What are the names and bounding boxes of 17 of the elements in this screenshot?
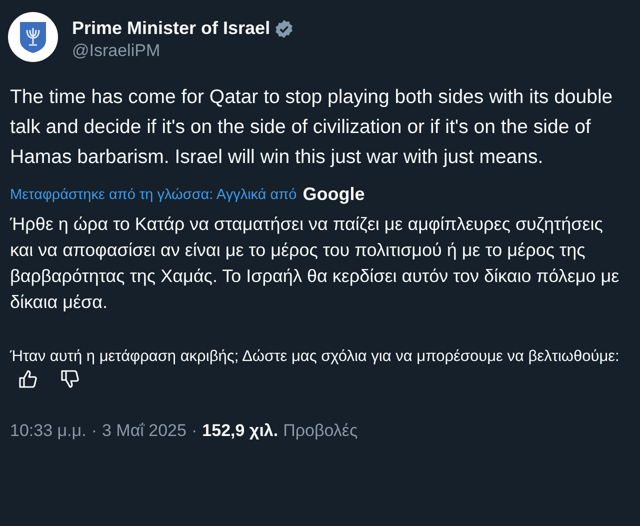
tweet-text: The time has come for Qatar to stop playing both sides with its double talk and decide if it's on the side of civilization or if it's on the side of Hamas barbarism. Israel will win this just war with just means. xyxy=(10,85,614,170)
tweet-date[interactable]: 3 Μαΐ 2025 xyxy=(102,421,186,441)
avatar[interactable] xyxy=(8,12,58,62)
view-count: 152,9 χιλ. xyxy=(202,421,278,441)
feedback-prompt: Ήταν αυτή η μετάφραση ακριβής; Δώστε μας σχόλια για να μπορέσουμε να βελτιωθούμε: xyxy=(10,348,620,365)
translated-text: Ήρθε η ώρα το Κατάρ να σταματήσει να παίζει με αμφίπλευρες συζητήσεις και να αποφασίσει αν είναι με το μέρος του πολιτισμού ή με το μέρος της βαρβαρότητας της Χαμάς. Το Ισραήλ θα κερδίσει αυτόν τον δίκαιο πόλεμο με δίκαια μέσα. xyxy=(10,213,620,314)
emblem-icon xyxy=(18,20,48,54)
views-label: Προβολές xyxy=(283,421,358,441)
author-handle[interactable]: @IsraeliPM xyxy=(72,41,294,61)
separator-dot: · xyxy=(91,421,97,441)
tweet-time[interactable]: 10:33 μ.μ. xyxy=(10,421,86,441)
thumbs-down-icon[interactable] xyxy=(60,369,80,389)
separator-dot: · xyxy=(191,421,198,441)
translation-link[interactable]: Μεταφράστηκε από τη γλώσσα: Αγγλικά από xyxy=(10,186,297,202)
thumbs-up-icon[interactable] xyxy=(18,369,38,389)
google-logo: Google xyxy=(302,184,365,205)
author-name[interactable]: Prime Minister of Israel xyxy=(72,18,270,39)
